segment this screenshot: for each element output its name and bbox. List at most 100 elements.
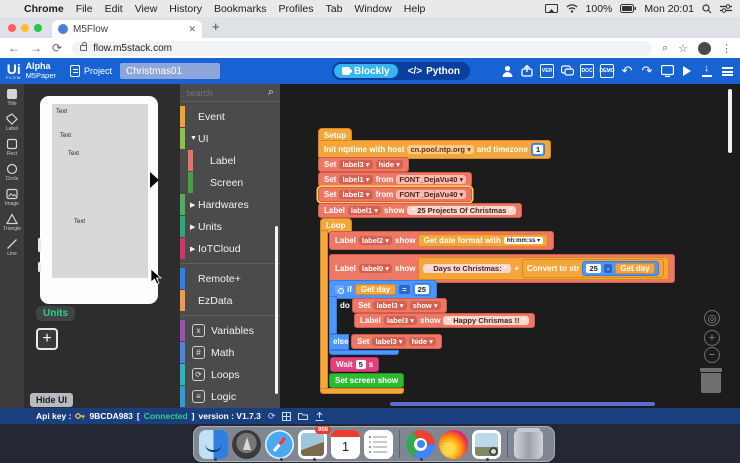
doc-icon[interactable]: DOC (580, 64, 594, 78)
version-icon[interactable]: VER (540, 64, 554, 78)
font-dropdown[interactable]: FONT_DejaVu40 ▾ (396, 175, 466, 184)
block-math-subtract[interactable]: 25 - Get day (582, 261, 658, 276)
category-ezdata[interactable]: EzData (180, 293, 280, 308)
block-get-day[interactable]: Get day (615, 263, 654, 274)
spotlight-icon[interactable] (702, 4, 712, 14)
category-ui-label[interactable]: Label (180, 153, 280, 168)
forward-button[interactable]: → (30, 41, 42, 55)
chevron-right-icon[interactable]: ▶ (190, 245, 198, 253)
label-dropdown[interactable]: label3 ▾ (339, 160, 372, 169)
block-label2-show-date[interactable]: Label label2 ▾ show Get date format with… (329, 231, 554, 250)
tool-circle[interactable]: Circle (6, 163, 19, 182)
trash-icon[interactable] (698, 368, 724, 394)
hide-ui-button[interactable]: Hide UI (30, 393, 73, 407)
project-name-input[interactable] (120, 63, 220, 79)
blockly-canvas[interactable]: Setup Init ntptime with host cn.pool.ntp… (280, 84, 740, 408)
download-icon[interactable] (700, 64, 714, 78)
category-variables[interactable]: x Variables (180, 323, 280, 338)
screen-label-1[interactable]: Text (60, 133, 71, 139)
mutator-gear-icon[interactable] (335, 285, 344, 294)
dock-chrome[interactable] (406, 430, 435, 459)
menu-history[interactable]: History (169, 3, 202, 15)
demo-icon[interactable]: DEMO (600, 64, 614, 78)
label-dropdown[interactable]: label3 ▾ (372, 337, 405, 346)
block-label3-show-text[interactable]: Label label3 ▾ show Happy Chrismas !! (354, 313, 535, 328)
chevron-right-icon[interactable]: ▶ (190, 223, 198, 231)
bookmark-star-icon[interactable]: ☆ (678, 42, 688, 55)
block-set-label2-font[interactable]: Set label2 ▾ from FONT_DejaVu40 ▾ (318, 187, 472, 202)
visibility-dropdown[interactable]: show ▾ (410, 301, 441, 310)
menubar-clock[interactable]: Mon 20:01 (644, 3, 694, 15)
block-label1-show[interactable]: Label label1 ▾ show 25 Projects Of Chris… (318, 203, 522, 218)
block-search-input[interactable] (186, 88, 268, 98)
tool-triangle[interactable]: Triangle (3, 213, 21, 232)
search-icon[interactable]: ⌕ (268, 86, 274, 99)
label-dropdown[interactable]: label3 ▾ (373, 301, 406, 310)
mode-python-button[interactable]: </> Python (400, 64, 468, 78)
block-search[interactable]: ⌕ (180, 84, 280, 102)
dock-firefox[interactable] (439, 430, 468, 459)
label-dropdown[interactable]: label0 ▾ (359, 264, 392, 273)
dock-preview[interactable] (472, 430, 501, 459)
dock-calendar[interactable]: 1 (331, 430, 360, 459)
tool-line[interactable]: Line (6, 238, 18, 257)
project-button[interactable]: Project (70, 65, 112, 77)
visibility-dropdown[interactable]: hide ▾ (376, 160, 403, 169)
timezone-value[interactable]: 1 (533, 145, 543, 154)
canvas-vertical-scrollbar[interactable] (728, 89, 732, 153)
dock-photos[interactable]: 908 (298, 430, 327, 459)
tool-image[interactable]: Image (5, 188, 19, 207)
control-center-icon[interactable] (720, 4, 732, 13)
feedback-icon[interactable] (560, 64, 574, 78)
label-dropdown[interactable]: label2 ▾ (359, 236, 392, 245)
label-dropdown[interactable]: label3 ▾ (384, 316, 417, 325)
number-input[interactable]: 25 (415, 285, 429, 294)
browser-menu-icon[interactable]: ⋮ (721, 42, 732, 55)
block-convert-to-str[interactable]: Convert to str 25 - Get day (522, 259, 664, 278)
mode-blockly-button[interactable]: Blockly (334, 64, 398, 78)
string-input[interactable]: Days to Christmas: (423, 264, 511, 273)
category-loops[interactable]: ⟳ Loops (180, 367, 280, 382)
back-button[interactable]: ← (8, 41, 20, 55)
refresh-icon[interactable]: ⟳ (268, 411, 276, 422)
window-close-button[interactable] (8, 24, 16, 32)
device-monitor-icon[interactable] (660, 64, 674, 78)
zoom-in-button[interactable]: + (704, 330, 720, 346)
units-badge[interactable]: Units (36, 306, 75, 321)
window-zoom-button[interactable] (34, 24, 42, 32)
canvas-horizontal-scrollbar[interactable] (390, 402, 655, 406)
address-bar[interactable]: flow.m5stack.com (72, 41, 652, 56)
category-scrollbar[interactable] (275, 226, 278, 394)
category-math[interactable]: # Math (180, 345, 280, 360)
ntp-host-dropdown[interactable]: cn.pool.ntp.org ▾ (407, 145, 473, 154)
block-set-screen-show[interactable]: Set screen show (329, 373, 404, 388)
menu-file[interactable]: File (76, 3, 93, 15)
tool-title[interactable]: Title (6, 88, 18, 107)
label-dropdown[interactable]: label1 ▾ (339, 175, 372, 184)
wifi-icon[interactable] (566, 4, 578, 13)
run-icon[interactable] (680, 64, 694, 78)
block-if[interactable]: if Get day = 25 (329, 280, 437, 299)
screen-mirroring-icon[interactable] (545, 4, 558, 14)
category-hardwares[interactable]: ▶ Hardwares (180, 197, 280, 212)
category-logic[interactable]: ≡ Logic (180, 389, 280, 404)
screen-label-2[interactable]: Text (68, 151, 79, 157)
visibility-dropdown[interactable]: hide ▾ (409, 337, 436, 346)
block-set-label1-font[interactable]: Set label1 ▾ from FONT_DejaVu40 ▾ (318, 172, 472, 187)
device-screen[interactable]: Text Text Text Text (52, 104, 148, 278)
panel-expand-handle[interactable] (150, 172, 159, 188)
operator-dropdown[interactable]: - (604, 264, 613, 273)
label-dropdown[interactable]: label1 ▾ (348, 206, 381, 215)
block-set-label3-hide2[interactable]: Set label3 ▾ hide ▾ (351, 334, 442, 349)
new-tab-button[interactable]: + (212, 19, 220, 34)
category-event[interactable]: Event (180, 109, 280, 124)
number-input[interactable]: 25 (586, 264, 600, 273)
block-set-label3-show[interactable]: Set label3 ▾ show ▾ (352, 298, 447, 313)
block-get-day[interactable]: Get day (355, 284, 396, 295)
string-input[interactable]: Happy Chrismas !! (443, 316, 529, 325)
font-dropdown[interactable]: FONT_DejaVu40 ▾ (396, 190, 466, 199)
menu-list-icon[interactable] (720, 64, 734, 78)
menu-bookmarks[interactable]: Bookmarks (214, 3, 267, 15)
reload-button[interactable]: ⟳ (52, 41, 62, 55)
dock-trash[interactable] (514, 430, 543, 459)
